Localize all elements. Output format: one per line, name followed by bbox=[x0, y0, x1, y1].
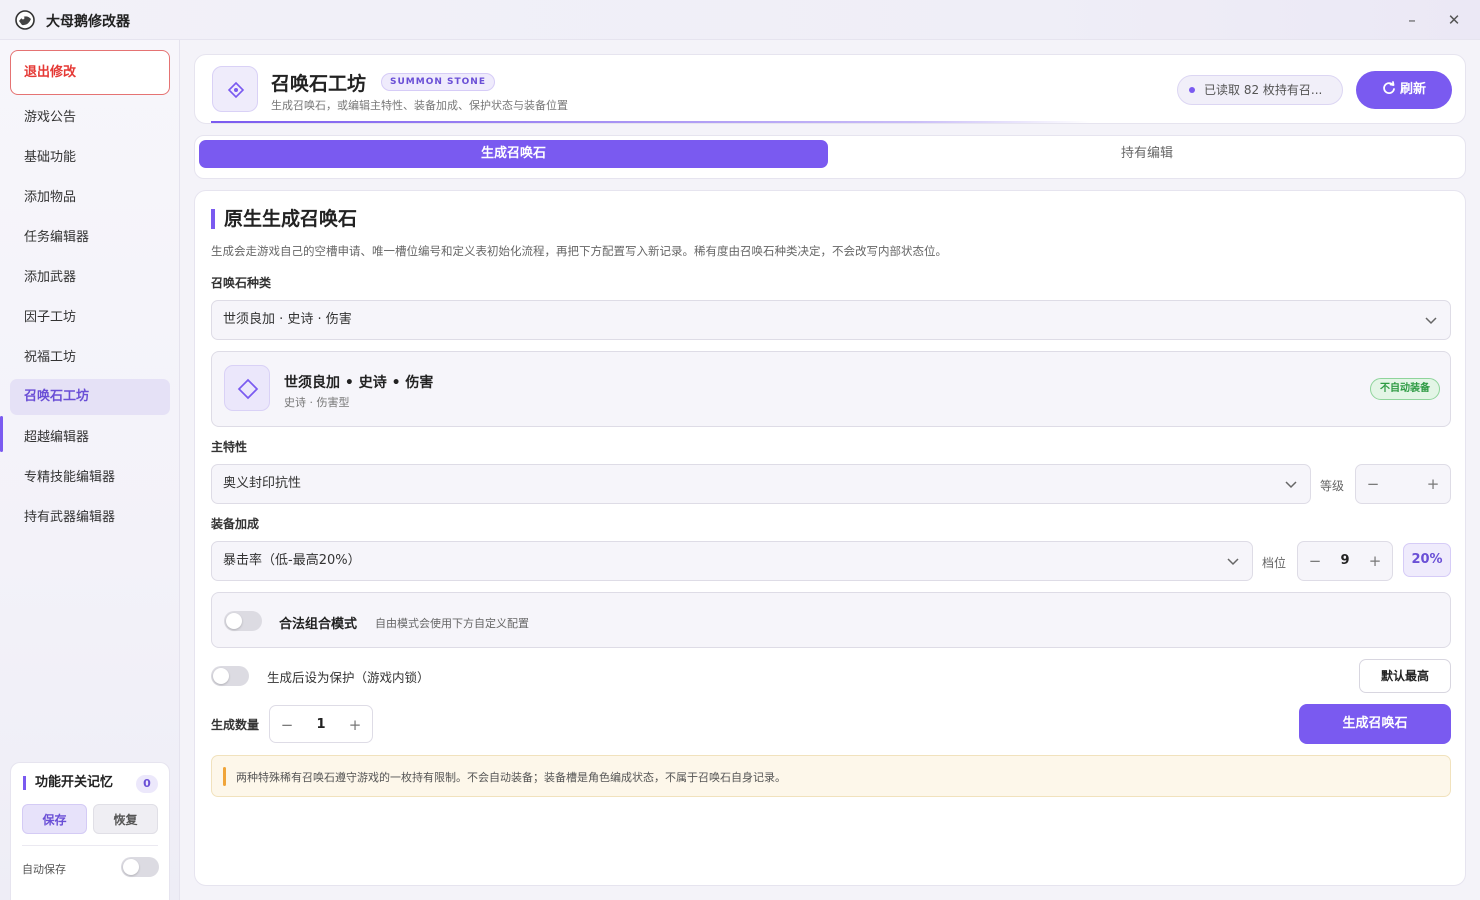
tab-owned-edit[interactable]: 持有编辑 bbox=[832, 140, 1462, 168]
tab-generate[interactable]: 生成召唤石 bbox=[199, 140, 828, 168]
page-title: 召唤石工坊 bbox=[271, 73, 367, 95]
notice-text: 两种特殊稀有召唤石遵守游戏的一枚持有限制。不会自动装备；装备槽是角色编成状态，不… bbox=[236, 771, 786, 784]
tab-bar: 生成召唤石 持有编辑 bbox=[194, 135, 1466, 179]
sidebar-item-summon-stone[interactable]: 召唤石工坊 bbox=[10, 379, 170, 415]
kind-label: 召唤石种类 bbox=[211, 276, 272, 290]
section-title: 原生生成召唤石 bbox=[211, 209, 357, 229]
app-title: 大母鹅修改器 bbox=[46, 14, 130, 30]
tier-increment-button[interactable]: + bbox=[1368, 552, 1382, 570]
memory-panel: 功能开关记忆 0 保存 恢复 自动保存 bbox=[10, 762, 170, 900]
sidebar-item-mastery-editor[interactable]: 专精技能编辑器 bbox=[10, 460, 170, 496]
page-subtitle: 生成召唤石，或编辑主特性、装备加成、保护状态与装备位置 bbox=[271, 99, 568, 112]
level-stepper: − + bbox=[1355, 464, 1451, 504]
bonus-select-value: 暴击率（低-最高20%） bbox=[223, 553, 361, 568]
tier-label: 档位 bbox=[1262, 556, 1287, 570]
memory-title: 功能开关记忆 bbox=[23, 776, 113, 790]
quantity-label: 生成数量 bbox=[211, 718, 260, 732]
combo-mode-subtitle: 自由模式会使用下方自定义配置 bbox=[375, 617, 529, 630]
stone-preview-card: 世须良加 • 史诗 • 伤害 史诗 · 伤害型 不自动装备 bbox=[211, 351, 1451, 427]
bonus-select[interactable]: 暴击率（低-最高20%） bbox=[211, 541, 1253, 581]
level-decrement-button[interactable]: − bbox=[1366, 475, 1380, 493]
no-auto-equip-badge: 不自动装备 bbox=[1370, 378, 1440, 400]
refresh-label: 刷新 bbox=[1399, 82, 1426, 97]
notice-banner: 两种特殊稀有召唤石遵守游戏的一枚持有限制。不会自动装备；装备槽是角色编成状态，不… bbox=[211, 755, 1451, 797]
refresh-button[interactable]: 刷新 bbox=[1356, 71, 1452, 109]
chevron-down-icon bbox=[1285, 481, 1297, 489]
status-pill: 已读取 82 枚持有召... bbox=[1177, 75, 1343, 105]
diamond-icon bbox=[224, 365, 270, 411]
page-header: 召唤石工坊 SUMMON STONE 生成召唤石，或编辑主特性、装备加成、保护状… bbox=[194, 54, 1466, 124]
sidebar-item-basic[interactable]: 基础功能 bbox=[10, 140, 170, 176]
sidebar-item-announcement[interactable]: 游戏公告 bbox=[10, 100, 170, 136]
goose-logo-icon bbox=[15, 10, 35, 30]
diamond-icon bbox=[212, 66, 258, 112]
memory-restore-button[interactable]: 恢复 bbox=[93, 804, 158, 834]
combo-mode-toggle[interactable] bbox=[224, 611, 262, 631]
default-max-button[interactable]: 默认最高 bbox=[1359, 659, 1451, 693]
protect-label: 生成后设为保护（游戏内锁） bbox=[267, 670, 430, 685]
level-label: 等级 bbox=[1320, 479, 1345, 493]
generate-summon-stone-button[interactable]: 生成召唤石 bbox=[1299, 704, 1451, 744]
combo-mode-card: 合法组合模式 自由模式会使用下方自定义配置 bbox=[211, 592, 1451, 648]
level-increment-button[interactable]: + bbox=[1426, 475, 1440, 493]
refresh-icon bbox=[1383, 81, 1395, 94]
sidebar-item-quest-editor[interactable]: 任务编辑器 bbox=[10, 220, 170, 256]
title-bar: 大母鹅修改器 – ✕ bbox=[0, 0, 1480, 40]
exit-modify-button[interactable]: 退出修改 bbox=[10, 50, 170, 95]
page-tag-badge: SUMMON STONE bbox=[381, 73, 495, 91]
divider bbox=[22, 845, 158, 846]
bonus-label: 装备加成 bbox=[211, 517, 260, 531]
close-button[interactable]: ✕ bbox=[1444, 10, 1464, 30]
sidebar-item-blessing-workshop[interactable]: 祝福工坊 bbox=[10, 340, 170, 376]
sidebar-item-transcend-editor[interactable]: 超越编辑器 bbox=[10, 420, 170, 456]
autosave-label: 自动保存 bbox=[22, 863, 66, 876]
chevron-down-icon bbox=[1227, 558, 1239, 566]
sidebar-item-owned-weapon-editor[interactable]: 持有武器编辑器 bbox=[10, 500, 170, 536]
combo-mode-title: 合法组合模式 bbox=[279, 617, 358, 632]
status-text: 已读取 82 枚持有召... bbox=[1204, 83, 1323, 97]
section-description: 生成会走游戏自己的空槽申请、唯一槽位编号和定义表初始化流程，再把下方配置写入新记… bbox=[211, 244, 947, 258]
trait-select[interactable]: 奥义封印抗性 bbox=[211, 464, 1311, 504]
status-dot-icon bbox=[1189, 87, 1195, 93]
kind-select[interactable]: 世须良加 · 史诗 · 伤害 bbox=[211, 300, 1451, 340]
active-nav-indicator bbox=[0, 416, 3, 452]
chevron-down-icon bbox=[1425, 317, 1437, 325]
tier-stepper: − 9 + bbox=[1297, 541, 1393, 581]
preview-name: 世须良加 • 史诗 • 伤害 bbox=[284, 375, 434, 391]
generate-panel: 原生生成召唤石 生成会走游戏自己的空槽申请、唯一槽位编号和定义表初始化流程，再把… bbox=[194, 190, 1466, 886]
minimize-button[interactable]: – bbox=[1402, 10, 1422, 30]
quantity-increment-button[interactable]: + bbox=[348, 716, 362, 734]
autosave-toggle[interactable] bbox=[121, 857, 159, 877]
sidebar-item-factor-workshop[interactable]: 因子工坊 bbox=[10, 300, 170, 336]
sidebar-item-add-items[interactable]: 添加物品 bbox=[10, 180, 170, 216]
memory-count-badge: 0 bbox=[136, 775, 158, 793]
sidebar-item-add-weapon[interactable]: 添加武器 bbox=[10, 260, 170, 296]
kind-select-value: 世须良加 · 史诗 · 伤害 bbox=[223, 312, 352, 327]
tier-percent-badge: 20% bbox=[1403, 543, 1451, 577]
header-underline bbox=[211, 121, 1091, 123]
memory-save-button[interactable]: 保存 bbox=[22, 804, 87, 834]
trait-label: 主特性 bbox=[211, 440, 248, 454]
quantity-stepper: − 1 + bbox=[269, 705, 373, 743]
notice-accent-bar bbox=[223, 767, 226, 786]
sidebar: 退出修改 游戏公告 基础功能 添加物品 任务编辑器 添加武器 因子工坊 祝福工坊… bbox=[0, 40, 180, 900]
trait-select-value: 奥义封印抗性 bbox=[223, 476, 302, 491]
protect-toggle[interactable] bbox=[211, 666, 249, 686]
preview-subtitle: 史诗 · 伤害型 bbox=[284, 396, 350, 409]
